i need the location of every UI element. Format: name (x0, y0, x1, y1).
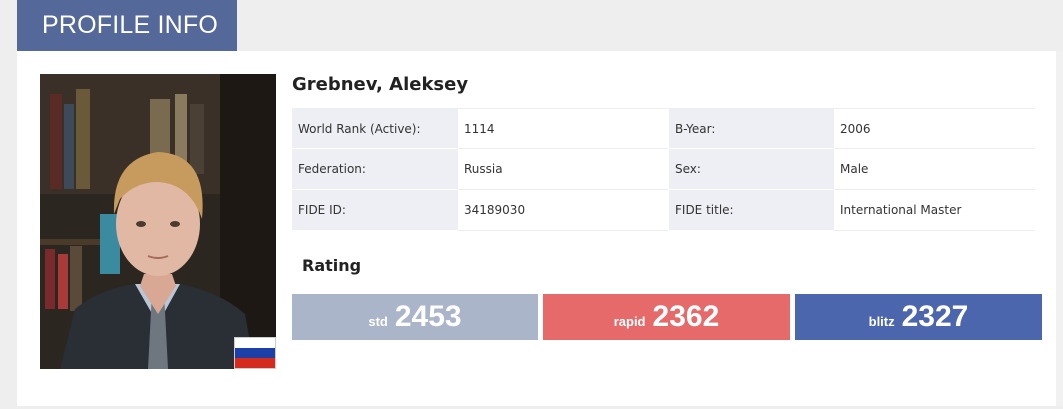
player-name: Grebnev, Aleksey (292, 74, 469, 95)
profile-info-header: PROFILE INFO (17, 0, 237, 51)
profile-info-table: World Rank (Active): 1114 B-Year: 2006 F… (292, 108, 1035, 231)
player-photo (40, 74, 276, 369)
sex-value: Male (834, 149, 1035, 190)
flag-stripe-red (235, 357, 275, 368)
blitz-rating-box: blitz 2327 (795, 294, 1042, 340)
profile-card: Grebnev, Aleksey World Rank (Active): 11… (17, 51, 1056, 406)
player-photo-image (40, 74, 276, 369)
table-row: Federation: Russia Sex: Male (292, 149, 1035, 190)
page-scrollbar[interactable] (1056, 51, 1063, 406)
fide-id-label: FIDE ID: (292, 190, 458, 231)
rapid-rating-value: 2362 (652, 300, 720, 333)
blitz-rating-value: 2327 (901, 300, 969, 333)
std-rating-label: std (368, 313, 388, 329)
byear-value: 2006 (834, 108, 1035, 149)
rating-title: Rating (302, 256, 362, 275)
byear-label: B-Year: (668, 108, 834, 149)
fide-title-value: International Master (834, 190, 1035, 231)
world-rank-value: 1114 (458, 108, 668, 149)
russia-flag-icon (234, 337, 276, 369)
rapid-rating-label: rapid (613, 313, 646, 329)
std-rating-value: 2453 (394, 300, 462, 333)
federation-value: Russia (458, 149, 668, 190)
blitz-rating-label: blitz (868, 313, 895, 329)
federation-label: Federation: (292, 149, 458, 190)
flag-stripe-white (235, 338, 275, 348)
world-rank-label: World Rank (Active): (292, 108, 458, 149)
fide-title-label: FIDE title: (668, 190, 834, 231)
std-rating-box: std 2453 (292, 294, 538, 340)
rapid-rating-box: rapid 2362 (543, 294, 790, 340)
flag-stripe-blue (235, 347, 275, 358)
fide-id-value: 34189030 (458, 190, 668, 231)
table-row: FIDE ID: 34189030 FIDE title: Internatio… (292, 190, 1035, 231)
sex-label: Sex: (668, 149, 834, 190)
table-row: World Rank (Active): 1114 B-Year: 2006 (292, 108, 1035, 149)
